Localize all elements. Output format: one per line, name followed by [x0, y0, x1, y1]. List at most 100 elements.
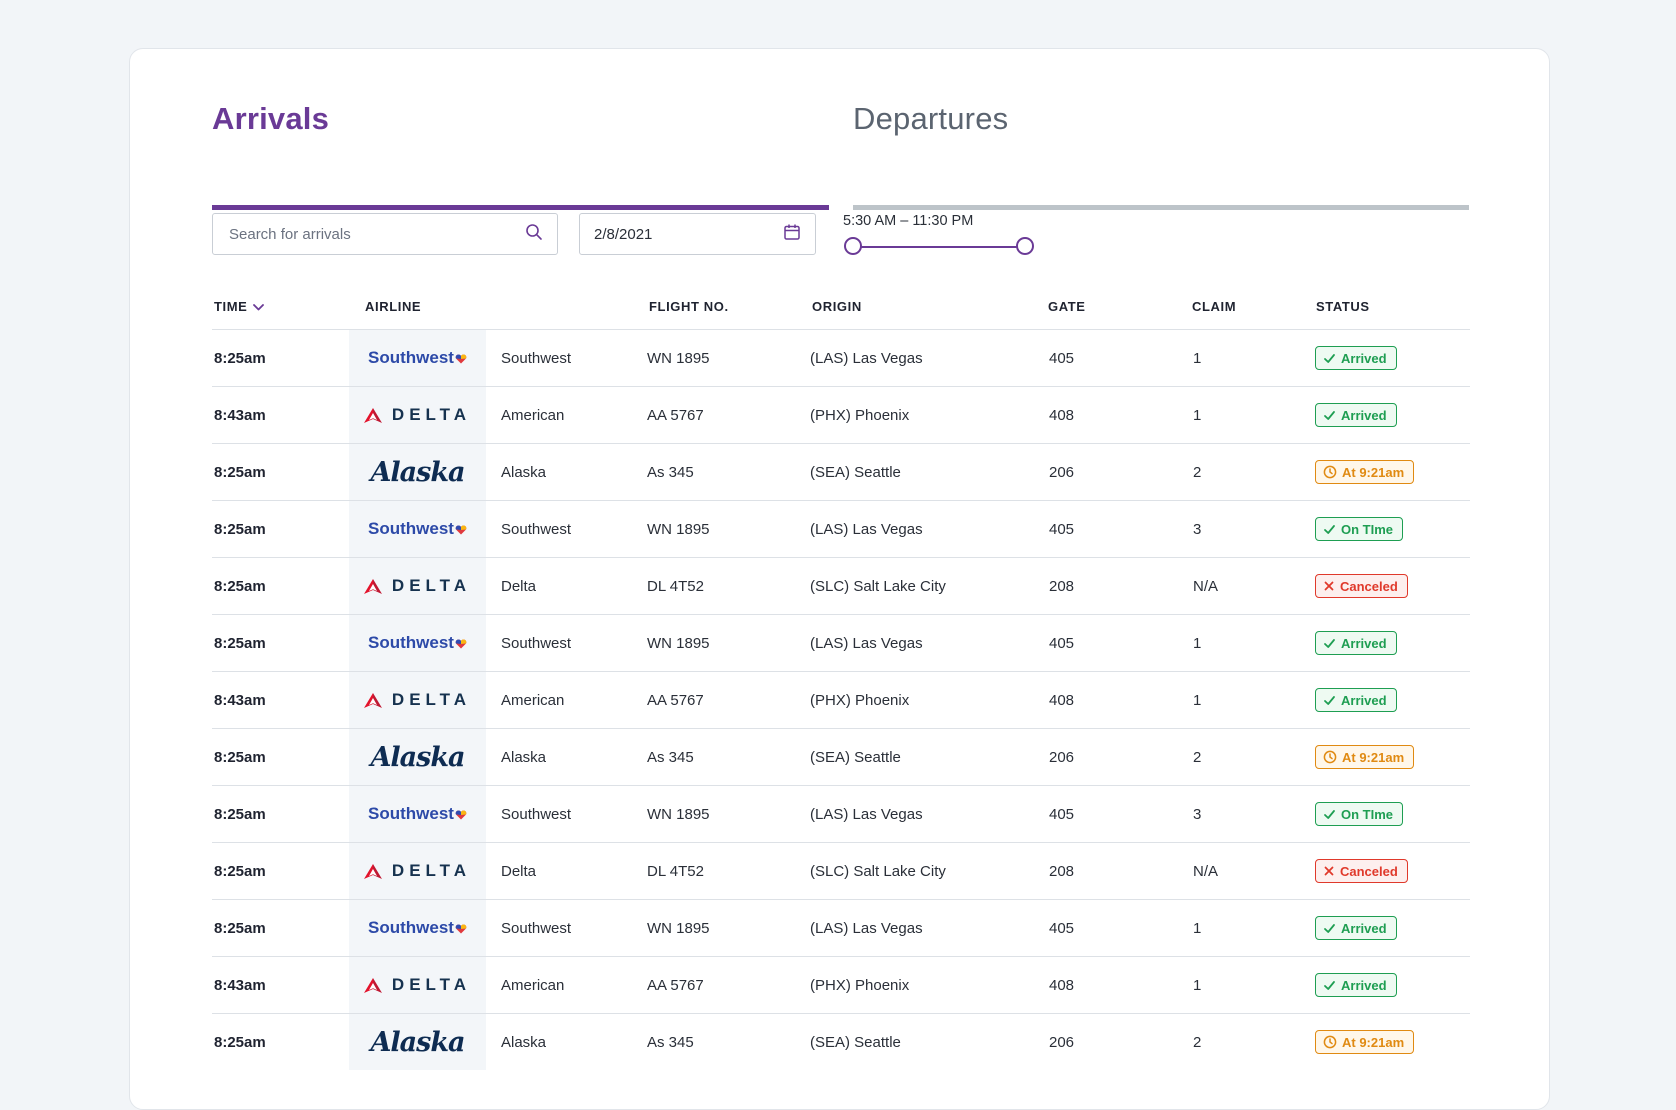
date-picker[interactable]: 2/8/2021	[579, 213, 816, 255]
tab-arrivals[interactable]: Arrivals	[212, 101, 829, 210]
gate: 408	[1049, 691, 1075, 709]
chevron-down-icon	[253, 299, 265, 314]
airline-name: American	[501, 976, 565, 994]
gate: 408	[1049, 976, 1075, 994]
table-row[interactable]: 8:25am Southwest Southwest WN 1895 (LAS) Las…	[212, 785, 1470, 842]
column-header-airline: AIRLINE	[365, 299, 422, 314]
status-badge: On TIme	[1315, 517, 1404, 541]
flight-table-body: 8:25am Southwest Southwest WN 1895 (LAS) Las…	[212, 329, 1470, 1070]
status-badge: At 9:21am	[1315, 745, 1415, 769]
origin: (LAS) Las Vegas	[810, 349, 923, 367]
status-cell: Arrived	[1315, 387, 1397, 443]
status-badge: At 9:21am	[1315, 1030, 1415, 1054]
time-range-start-handle[interactable]	[844, 237, 862, 255]
table-row[interactable]: 8:25am Alaska Alaska As 345 (SEA) Seattle 206…	[212, 728, 1470, 785]
table-row[interactable]: 8:25am Southwest Southwest WN 1895 (LAS) Las…	[212, 899, 1470, 956]
airline-logo-cell: DELTA	[349, 957, 486, 1013]
tab-departures-label: Departures	[853, 101, 1009, 136]
arrival-time: 8:25am	[214, 862, 266, 880]
table-row[interactable]: 8:25am Southwest Southwest WN 1895 (LAS) Las…	[212, 500, 1470, 557]
tab-arrivals-indicator	[212, 205, 829, 210]
airline-name: Alaska	[501, 1033, 547, 1051]
flight-number: WN 1895	[647, 805, 710, 823]
origin: (LAS) Las Vegas	[810, 919, 923, 937]
check-icon	[1323, 637, 1336, 650]
airline-logo-cell: Southwest	[349, 501, 486, 557]
table-row[interactable]: 8:25am Southwest Southwest WN 1895 (LAS) Las…	[212, 329, 1470, 386]
tab-departures[interactable]: Departures	[853, 101, 1469, 210]
delta-logo: DELTA	[363, 975, 471, 995]
baggage-claim: 3	[1193, 520, 1202, 538]
flight-number: WN 1895	[647, 520, 710, 538]
arrival-time: 8:25am	[214, 634, 266, 652]
origin: (SLC) Salt Lake City	[810, 862, 946, 880]
airline-name: Delta	[501, 862, 537, 880]
calendar-icon[interactable]	[783, 223, 801, 246]
clock-icon	[1323, 750, 1337, 764]
baggage-claim: 2	[1193, 748, 1202, 766]
time-range-slider-track[interactable]	[854, 246, 1027, 248]
check-icon	[1323, 922, 1336, 935]
status-cell: At 9:21am	[1315, 444, 1415, 500]
table-row[interactable]: 8:43am DELTA American AA 5767 (PHX) Phoenix 4…	[212, 956, 1470, 1013]
southwest-logo: Southwest	[368, 519, 467, 539]
gate: 206	[1049, 463, 1075, 481]
table-row[interactable]: 8:25am Alaska Alaska As 345 (SEA) Seattle 206…	[212, 1013, 1470, 1070]
flight-board-card: Arrivals Departures 2/8/2021 5:30 AM – 1…	[129, 48, 1550, 1110]
delta-triangle-icon	[363, 578, 382, 594]
airline-logo-cell: Southwest	[349, 786, 486, 842]
table-row[interactable]: 8:25am Southwest Southwest WN 1895 (LAS) Las…	[212, 614, 1470, 671]
alaska-logo: Alaska	[370, 456, 465, 488]
airline-name: American	[501, 691, 565, 709]
gate: 405	[1049, 349, 1075, 367]
column-header-time[interactable]: TIME	[214, 299, 265, 314]
column-header-origin: ORIGIN	[812, 299, 862, 314]
arrival-time: 8:43am	[214, 976, 266, 994]
status-cell: Arrived	[1315, 900, 1397, 956]
arrival-time: 8:25am	[214, 577, 266, 595]
airline-name: Southwest	[501, 805, 572, 823]
arrival-time: 8:25am	[214, 748, 266, 766]
southwest-logo: Southwest	[368, 348, 467, 368]
baggage-claim: N/A	[1193, 862, 1219, 880]
table-row[interactable]: 8:25am DELTA Delta DL 4T52 (SLC) Salt Lake C…	[212, 557, 1470, 614]
search-input[interactable]	[227, 224, 525, 244]
status-label: Arrived	[1341, 920, 1387, 936]
status-label: Arrived	[1341, 407, 1387, 423]
airline-logo-cell: Southwest	[349, 900, 486, 956]
status-cell: Canceled	[1315, 843, 1408, 899]
status-label: At 9:21am	[1342, 464, 1405, 480]
airline-logo-cell: Alaska	[349, 729, 486, 785]
airline-logo-cell: DELTA	[349, 387, 486, 443]
check-icon	[1323, 409, 1336, 422]
status-label: Arrived	[1341, 350, 1387, 366]
status-cell: Arrived	[1315, 957, 1397, 1013]
status-cell: At 9:21am	[1315, 1014, 1415, 1070]
flight-number: As 345	[647, 1033, 694, 1051]
status-label: Arrived	[1341, 635, 1387, 651]
flight-number: WN 1895	[647, 634, 710, 652]
baggage-claim: 1	[1193, 634, 1202, 652]
gate: 206	[1049, 748, 1075, 766]
table-row[interactable]: 8:43am DELTA American AA 5767 (PHX) Phoenix 4…	[212, 386, 1470, 443]
status-badge: Canceled	[1315, 859, 1408, 883]
baggage-claim: 1	[1193, 976, 1202, 994]
gate: 405	[1049, 919, 1075, 937]
table-row[interactable]: 8:43am DELTA American AA 5767 (PHX) Phoenix 4…	[212, 671, 1470, 728]
flight-number: AA 5767	[647, 406, 704, 424]
time-range-end-handle[interactable]	[1016, 237, 1034, 255]
tab-departures-indicator	[853, 205, 1469, 210]
heart-icon	[455, 924, 467, 934]
arrival-time: 8:25am	[214, 349, 266, 367]
gate: 206	[1049, 1033, 1075, 1051]
status-badge: Arrived	[1315, 688, 1397, 712]
gate: 405	[1049, 634, 1075, 652]
status-cell: Canceled	[1315, 558, 1408, 614]
origin: (LAS) Las Vegas	[810, 805, 923, 823]
baggage-claim: 1	[1193, 406, 1202, 424]
status-label: Canceled	[1340, 863, 1398, 879]
table-row[interactable]: 8:25am DELTA Delta DL 4T52 (SLC) Salt Lake C…	[212, 842, 1470, 899]
heart-icon	[455, 810, 467, 820]
table-row[interactable]: 8:25am Alaska Alaska As 345 (SEA) Seattle 206…	[212, 443, 1470, 500]
search-icon[interactable]	[525, 223, 543, 246]
